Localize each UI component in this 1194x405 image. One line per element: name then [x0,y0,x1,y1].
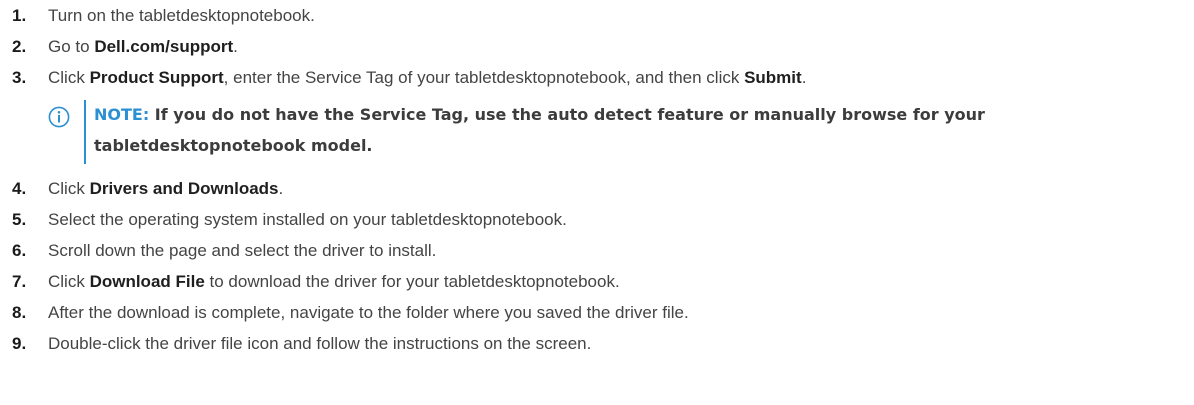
product-support-term: Product Support [89,68,224,87]
step-number: 6. [12,241,27,260]
note-label: NOTE: [94,105,150,124]
step-text: Double-click the driver file icon and fo… [48,334,592,353]
step-number: 3. [12,68,27,87]
step-number: 2. [12,37,27,56]
step-text: After the download is complete, navigate… [48,303,689,322]
step-9: 9. Double-click the driver file icon and… [0,328,1194,359]
note-body: If you do not have the Service Tag, use … [94,105,985,155]
step-7: 7. Click Download File to download the d… [0,266,1194,297]
dell-support-url: Dell.com/support [94,37,234,56]
step-2: 2. Go to Dell.com/support. [0,31,1194,62]
step-6: 6. Scroll down the page and select the d… [0,235,1194,266]
step-number: 9. [12,334,27,353]
step-text: Click Drivers and Downloads. [48,179,284,198]
step-text: Click Download File to download the driv… [48,272,620,291]
step-8: 8. After the download is complete, navig… [0,297,1194,328]
step-text: Go to Dell.com/support. [48,37,238,56]
drivers-downloads-term: Drivers and Downloads [89,179,279,198]
submit-term: Submit [744,68,802,87]
step-text: Turn on the tabletdesktopnotebook. [48,6,315,25]
note-text: NOTE: If you do not have the Service Tag… [94,99,1188,161]
step-number: 7. [12,272,27,291]
step-5: 5. Select the operating system installed… [0,204,1194,235]
instruction-steps: 1. Turn on the tabletdesktopnotebook. 2.… [0,0,1194,359]
step-number: 1. [12,6,27,25]
info-circle-icon [48,106,70,128]
step-number: 8. [12,303,27,322]
step-1: 1. Turn on the tabletdesktopnotebook. [0,0,1194,31]
step-number: 5. [12,210,27,229]
download-file-term: Download File [89,272,205,291]
step-3: 3. Click Product Support, enter the Serv… [0,62,1194,93]
note-callout: NOTE: If you do not have the Service Tag… [0,93,1194,173]
step-text: Scroll down the page and select the driv… [48,241,437,260]
note-divider [84,100,86,164]
step-number: 4. [12,179,27,198]
step-text: Select the operating system installed on… [48,210,567,229]
step-text: Click Product Support, enter the Service… [48,68,807,87]
step-4: 4. Click Drivers and Downloads. [0,173,1194,204]
